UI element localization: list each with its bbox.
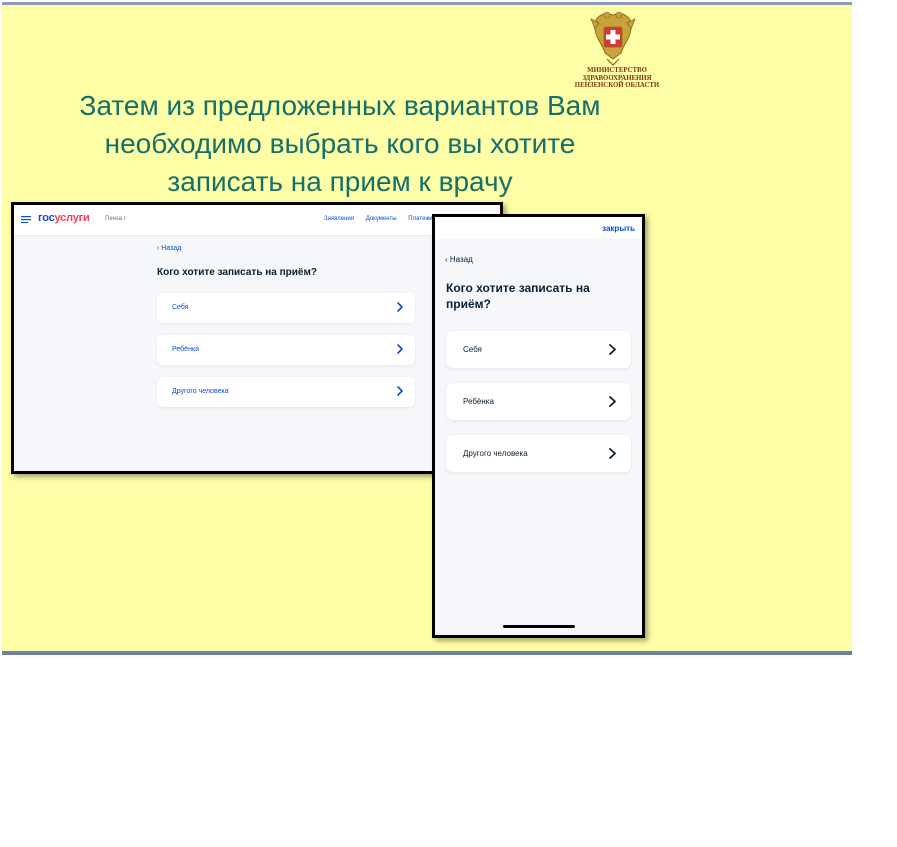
mobile-option-self[interactable]: Себя: [446, 331, 631, 368]
option-child[interactable]: Ребёнка: [157, 335, 415, 365]
option-self[interactable]: Себя: [157, 293, 415, 323]
menu-icon[interactable]: [21, 216, 31, 223]
question-heading: Кого хотите записать на приём?: [157, 267, 317, 278]
slide-title: Затем из предложенных вариантов Вам необ…: [40, 87, 640, 201]
slide-title-line-1: Затем из предложенных вариантов Вам: [79, 90, 601, 121]
desktop-screenshot: госуслуги Пенза г Заявления Документы Пл…: [11, 202, 503, 474]
logo-part-uslugi: услуги: [54, 212, 90, 224]
mobile-screenshot: закрыть ‹ Назад Кого хотите записать на …: [432, 214, 645, 638]
back-link[interactable]: ‹ Назад: [157, 245, 181, 252]
mobile-header: закрыть: [435, 217, 642, 239]
mobile-option-other-person-label: Другого человека: [463, 449, 528, 458]
slide-title-line-2: необходимо выбрать кого вы хотите: [104, 128, 576, 159]
chevron-right-icon: [609, 448, 616, 459]
desktop-header: госуслуги Пенза г Заявления Документы Пл…: [14, 205, 500, 236]
slide-top-border: [2, 2, 852, 5]
mobile-question-heading: Кого хотите записать на приём?: [446, 281, 590, 311]
option-other-person[interactable]: Другого человека: [157, 377, 415, 407]
mobile-option-child-label: Ребёнка: [463, 397, 494, 406]
option-self-label: Себя: [172, 304, 189, 311]
mobile-back-link[interactable]: ‹ Назад: [445, 255, 473, 264]
chevron-right-icon: [609, 344, 616, 355]
chevron-right-icon: [609, 396, 616, 407]
ministry-line-1: МИНИСТЕРСТВО: [587, 67, 647, 74]
slide-title-line-3: записать на прием к врачу: [167, 166, 513, 197]
close-button[interactable]: закрыть: [602, 224, 635, 233]
ministry-emblem-icon: [590, 11, 636, 66]
nav-applications[interactable]: Заявления: [324, 216, 354, 222]
logo-part-gos: гос: [38, 212, 55, 224]
gosuslugi-logo[interactable]: госуслуги: [38, 212, 90, 224]
chevron-right-icon: [397, 386, 403, 396]
option-child-label: Ребёнка: [172, 346, 200, 353]
nav-documents[interactable]: Документы: [366, 216, 397, 222]
nav-payments[interactable]: Платежи: [408, 216, 432, 222]
option-other-person-label: Другого человека: [172, 388, 229, 395]
chevron-right-icon: [397, 302, 403, 312]
mobile-option-other-person[interactable]: Другого человека: [446, 435, 631, 472]
mobile-option-child[interactable]: Ребёнка: [446, 383, 631, 420]
city-selector[interactable]: Пенза г: [105, 216, 126, 222]
chevron-right-icon: [397, 344, 403, 354]
home-indicator: [503, 625, 575, 628]
slide-bottom-border: [2, 651, 852, 655]
desktop-nav: Заявления Документы Платежи: [324, 216, 443, 222]
mobile-option-self-label: Себя: [463, 345, 482, 354]
